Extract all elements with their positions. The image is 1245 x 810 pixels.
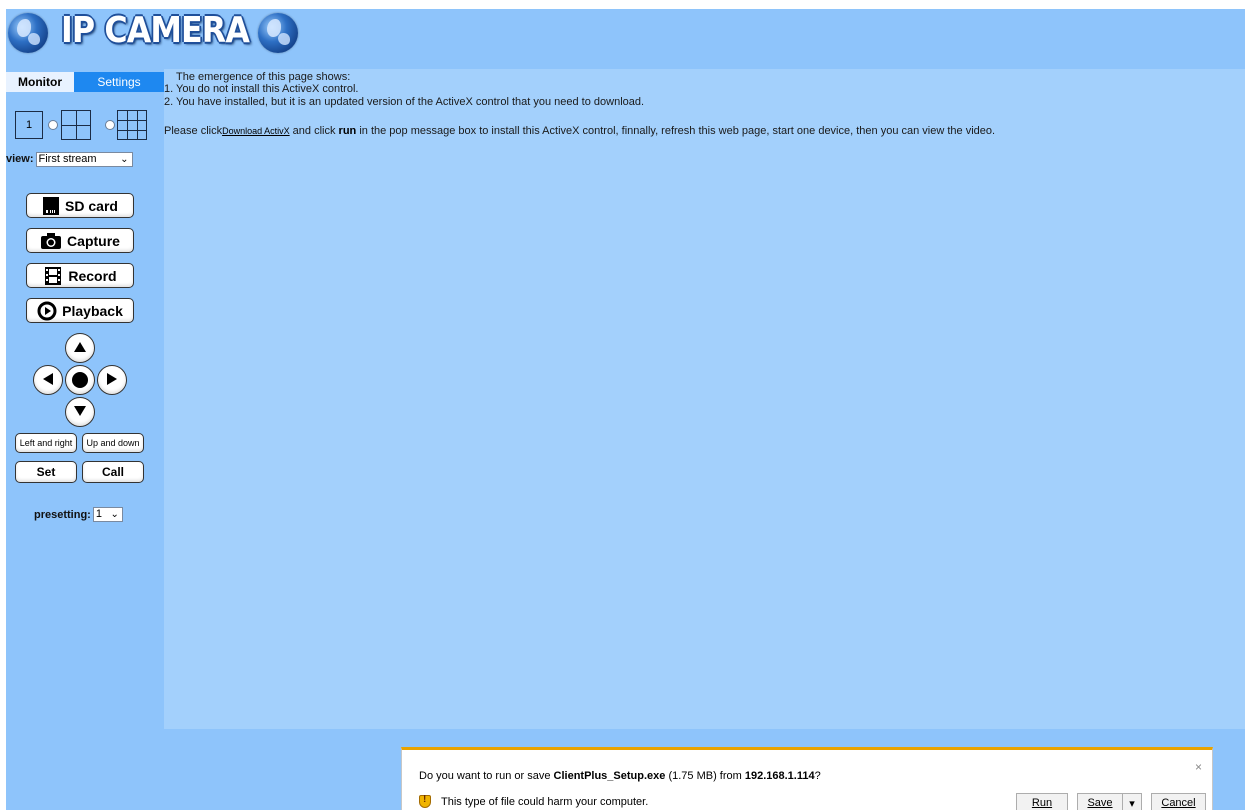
set-preset-button[interactable]: Set: [15, 461, 77, 483]
video-area: The emergence of this page shows: 1. You…: [164, 69, 1245, 729]
sd-card-label: SD card: [65, 197, 118, 214]
notice-line-1: 1. You do not install this ActiveX contr…: [164, 83, 359, 95]
download-warning: This type of file could harm your comput…: [419, 794, 649, 808]
left-and-right-button[interactable]: Left and right: [15, 433, 77, 453]
install-instructions: Please clickDownload ActivX and click ru…: [164, 125, 995, 137]
header: IP CAMERA: [6, 9, 1245, 69]
record-button[interactable]: Record: [26, 263, 134, 288]
cancel-button[interactable]: Cancel: [1151, 793, 1206, 810]
close-icon[interactable]: ×: [1195, 760, 1202, 774]
ptz-left-button[interactable]: [33, 365, 63, 395]
save-button-label: Save: [1087, 797, 1113, 809]
record-label: Record: [68, 267, 117, 284]
camera-icon: [40, 232, 62, 250]
cancel-button-label: Cancel: [1161, 797, 1196, 809]
download-question-suffix: ?: [814, 770, 821, 782]
film-icon: [43, 266, 63, 286]
layout-single-button[interactable]: 1: [15, 111, 43, 139]
ptz-down-button[interactable]: [65, 397, 95, 427]
ptz-up-button[interactable]: [65, 333, 95, 363]
sd-card-button[interactable]: SD card: [26, 193, 134, 218]
layout-selector: 1: [6, 106, 164, 146]
arrow-right-icon: [106, 372, 118, 389]
layout-9-radio[interactable]: [105, 120, 115, 130]
globe-icon: [258, 13, 298, 53]
sd-card-icon: [42, 196, 60, 216]
preset-select-value: 1: [95, 508, 102, 520]
download-question-prefix: Do you want to run or save: [419, 770, 554, 782]
playback-button[interactable]: Playback: [26, 298, 134, 323]
view-label: view:: [6, 153, 34, 165]
download-size: (1.75 MB) from: [665, 770, 745, 782]
tab-settings[interactable]: Settings: [74, 72, 164, 92]
instructions-middle: and click: [289, 125, 339, 137]
stream-select[interactable]: First stream ⌄: [35, 151, 133, 167]
playback-icon: [37, 301, 57, 321]
chevron-down-icon: ▾: [1129, 797, 1135, 810]
download-warning-text: This type of file could harm your comput…: [441, 795, 649, 808]
ptz-center-button[interactable]: [65, 365, 95, 395]
sidebar: 1 view: First stream ⌄ SD card Capture R…: [6, 92, 164, 732]
arrow-left-icon: [42, 372, 54, 389]
notice-heading: The emergence of this page shows:: [176, 71, 351, 83]
tab-bar: Monitor Settings: [6, 72, 164, 92]
download-notification-bar: Do you want to run or save ClientPlus_Se…: [401, 747, 1213, 810]
preset-select[interactable]: 1 ⌄: [92, 507, 123, 522]
stream-select-value: First stream: [38, 152, 97, 165]
call-preset-button[interactable]: Call: [82, 461, 144, 483]
download-filename: ClientPlus_Setup.exe: [553, 770, 666, 782]
save-button[interactable]: Save: [1077, 793, 1123, 810]
download-host: 192.168.1.114: [744, 770, 815, 782]
shield-warning-icon: [419, 794, 431, 808]
capture-label: Capture: [67, 232, 120, 249]
preset-row: presetting: 1 ⌄: [34, 507, 123, 522]
logo-title: IP CAMERA: [61, 10, 250, 51]
layout-9-grid-icon[interactable]: [117, 110, 147, 140]
arrow-down-icon: [73, 405, 87, 420]
notice-line-2: 2. You have installed, but it is an upda…: [164, 96, 645, 108]
instructions-suffix: in the pop message box to install this A…: [356, 125, 996, 137]
run-button[interactable]: Run: [1016, 793, 1068, 810]
download-activex-link[interactable]: Download ActivX: [222, 126, 290, 136]
playback-label: Playback: [62, 302, 123, 319]
save-options-dropdown[interactable]: ▾: [1122, 793, 1142, 810]
page: IP CAMERA Monitor Settings 1 view: First…: [6, 9, 1245, 810]
arrow-up-icon: [73, 341, 87, 356]
layout-4-grid-icon[interactable]: [61, 110, 91, 140]
run-button-label: Run: [1031, 797, 1053, 809]
preset-label: presetting:: [34, 508, 91, 521]
chevron-down-icon: ⌄: [110, 509, 119, 520]
view-row: view: First stream ⌄: [6, 151, 133, 167]
tab-monitor[interactable]: Monitor: [6, 72, 74, 92]
capture-button[interactable]: Capture: [26, 228, 134, 253]
layout-4-radio[interactable]: [48, 120, 58, 130]
run-word: run: [338, 125, 357, 137]
download-question: Do you want to run or save ClientPlus_Se…: [419, 770, 821, 782]
globe-icon: [8, 13, 48, 53]
instructions-prefix: Please click: [164, 125, 223, 137]
up-and-down-button[interactable]: Up and down: [82, 433, 144, 453]
ptz-right-button[interactable]: [97, 365, 127, 395]
center-dot-icon: [72, 372, 88, 388]
chevron-down-icon: ⌄: [120, 153, 129, 165]
